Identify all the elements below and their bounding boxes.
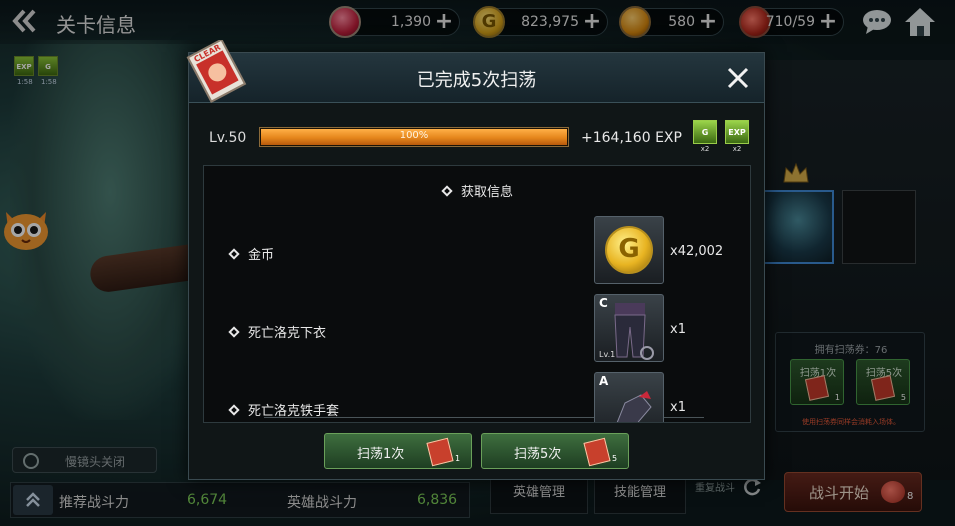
- exp-progress-text: 100%: [399, 130, 429, 141]
- gold-boost-mult: x2: [700, 145, 710, 153]
- reward-name-text: 金币: [248, 248, 275, 263]
- exp-boost-badge: EXP x2: [723, 120, 751, 153]
- reward-item-slot[interactable]: G: [594, 216, 664, 284]
- sweep-once-label: 扫荡1次: [357, 447, 405, 462]
- sweep-five-button[interactable]: 扫荡5次 5: [481, 433, 629, 469]
- diamond-bullet-icon: [228, 248, 240, 260]
- item-grade: A: [599, 374, 609, 388]
- item-grade: C: [599, 296, 608, 310]
- reward-quantity: x1: [670, 400, 686, 415]
- reward-list-panel[interactable]: 获取信息 金币 G x42,002 死亡洛克下衣 C Lv.1 x1 死亡洛克铁…: [203, 165, 751, 423]
- reward-name: 死亡洛克下衣: [228, 322, 327, 341]
- close-icon: [727, 67, 749, 89]
- reward-row: 金币 G x42,002: [204, 216, 750, 288]
- diamond-bullet-icon: [228, 404, 240, 416]
- clear-badge-icon: CLEAR: [184, 38, 248, 104]
- sweep-once-count: 1: [455, 454, 461, 463]
- exp-progress-bar: 100%: [259, 127, 569, 147]
- sweep-ticket-icon: [426, 437, 454, 467]
- reward-list-title-text: 获取信息: [460, 185, 513, 200]
- reward-quantity: x1: [670, 322, 686, 337]
- reward-name: 金币: [228, 244, 275, 263]
- level-label: Lv.50: [209, 130, 247, 146]
- sweep-five-label: 扫荡5次: [514, 447, 562, 462]
- diamond-bullet-icon: [228, 326, 240, 338]
- reward-list-title: 获取信息: [204, 181, 750, 200]
- dialog-header: 已完成5次扫荡: [189, 53, 764, 103]
- dialog-title: 已完成5次扫荡: [416, 70, 537, 91]
- sweep-five-count: 5: [612, 454, 618, 463]
- diamond-bullet-icon: [441, 185, 453, 197]
- reward-row: 死亡洛克铁手套 A x1: [204, 372, 750, 422]
- exp-gain: +164,160 EXP: [581, 130, 682, 146]
- exp-boost-icon: EXP: [725, 120, 749, 144]
- reward-name: 死亡洛克铁手套: [228, 400, 340, 419]
- gold-coin-icon: G: [605, 226, 653, 274]
- sweep-result-dialog: 已完成5次扫荡 Lv.50 100% +164,160 EXP G x2 EXP…: [188, 52, 765, 480]
- close-button[interactable]: [725, 65, 751, 91]
- exp-boost-mult: x2: [732, 145, 742, 153]
- reward-name-text: 死亡洛克铁手套: [248, 404, 340, 419]
- reward-name-text: 死亡洛克下衣: [248, 326, 327, 341]
- item-level: Lv.1: [599, 350, 616, 359]
- gold-boost-badge: G x2: [691, 120, 719, 153]
- reward-item-slot[interactable]: C Lv.1: [594, 294, 664, 362]
- sweep-ticket-icon: [583, 437, 611, 467]
- reward-item-slot[interactable]: A: [594, 372, 664, 422]
- gold-boost-icon: G: [693, 120, 717, 144]
- sweep-once-button[interactable]: 扫荡1次 1: [324, 433, 472, 469]
- reward-row: 死亡洛克下衣 C Lv.1 x1: [204, 294, 750, 366]
- reward-quantity: x42,002: [670, 244, 724, 259]
